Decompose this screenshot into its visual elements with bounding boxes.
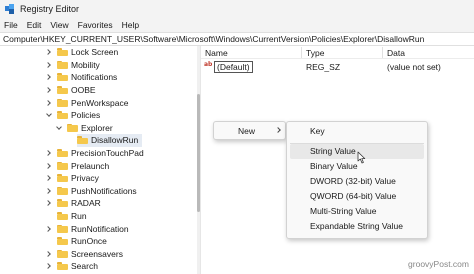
tree-item-oobe[interactable]: OOBE: [45, 84, 96, 97]
submenu-item-expandable-string-value[interactable]: Expandable String Value: [290, 219, 424, 234]
submenu-item-multi-string-value[interactable]: Multi-String Value: [290, 204, 424, 219]
folder-icon: [57, 73, 68, 82]
menu-view[interactable]: View: [50, 20, 68, 30]
chevron-right-icon[interactable]: [45, 250, 53, 258]
list-header: Name Type Data: [201, 46, 474, 59]
folder-icon: [57, 212, 68, 221]
column-divider[interactable]: [382, 47, 383, 58]
menu-favorites[interactable]: Favorites: [78, 20, 113, 30]
chevron-right-icon[interactable]: [45, 99, 53, 107]
menu-bar: File Edit View Favorites Help: [0, 17, 474, 32]
registry-tree: Lock Screen Mobility Notifications OOBE …: [0, 46, 196, 274]
tree-item-notifications[interactable]: Notifications: [45, 71, 117, 84]
menu-file[interactable]: File: [4, 20, 18, 30]
tree-item-prelaunch[interactable]: Prelaunch: [45, 159, 109, 172]
submenu-item-qword-value[interactable]: QWORD (64-bit) Value: [290, 189, 424, 204]
chevron-right-icon[interactable]: [45, 199, 53, 207]
registry-editor-icon: [5, 3, 15, 14]
chevron-right-icon[interactable]: [45, 262, 53, 270]
tree-item-precisiontouchpad[interactable]: PrecisionTouchPad: [45, 147, 144, 160]
folder-icon: [57, 262, 68, 271]
folder-icon: [57, 174, 68, 183]
value-name-cell: (Default): [204, 61, 253, 73]
folder-icon: [67, 123, 78, 132]
folder-icon: [57, 249, 68, 258]
watermark: groovyPost.com: [408, 259, 469, 269]
folder-icon: [57, 237, 68, 246]
column-header-type[interactable]: Type: [306, 48, 324, 58]
chevron-down-icon[interactable]: [55, 124, 63, 132]
context-menu: New: [213, 121, 286, 140]
menu-help[interactable]: Help: [122, 20, 139, 30]
chevron-down-icon[interactable]: [45, 111, 53, 119]
string-value-icon: [204, 61, 213, 71]
folder-icon: [57, 60, 68, 69]
context-menu-new[interactable]: New: [216, 124, 283, 138]
tree-item-explorer[interactable]: Explorer: [55, 122, 113, 135]
window-title: Registry Editor: [20, 3, 80, 14]
chevron-right-icon[interactable]: [45, 149, 53, 157]
tree-item-radar[interactable]: RADAR: [45, 197, 101, 210]
chevron-right-icon[interactable]: [45, 187, 53, 195]
folder-icon: [57, 199, 68, 208]
folder-icon: [57, 48, 68, 57]
tree-item-pushnotifications[interactable]: PushNotifications: [45, 185, 137, 198]
tree-item-lock-screen[interactable]: Lock Screen: [45, 46, 118, 59]
chevron-right-icon[interactable]: [45, 162, 53, 170]
chevron-right-icon: [275, 127, 281, 133]
chevron-right-icon[interactable]: [45, 61, 53, 69]
value-name: (Default): [214, 61, 253, 73]
tree-item-privacy[interactable]: Privacy: [45, 172, 99, 185]
tree-item-screensavers[interactable]: Screensavers: [45, 248, 123, 261]
submenu-item-dword-value[interactable]: DWORD (32-bit) Value: [290, 174, 424, 189]
folder-icon: [57, 149, 68, 158]
chevron-right-icon[interactable]: [45, 86, 53, 94]
tree-item-disallowrun[interactable]: DisallowRun: [77, 134, 143, 147]
tree-item-runonce[interactable]: RunOnce: [57, 235, 107, 248]
value-type: REG_SZ: [306, 62, 341, 72]
folder-icon: [57, 86, 68, 95]
chevron-right-icon[interactable]: [45, 73, 53, 81]
mouse-cursor-icon: [357, 151, 366, 164]
tree-item-runnotification[interactable]: RunNotification: [45, 222, 129, 235]
submenu-item-key[interactable]: Key: [290, 124, 424, 139]
folder-icon: [77, 136, 88, 145]
folder-icon: [57, 224, 68, 233]
column-header-name[interactable]: Name: [205, 48, 228, 58]
chevron-right-icon[interactable]: [45, 225, 53, 233]
tree-item-run[interactable]: Run: [57, 210, 87, 223]
chevron-right-icon[interactable]: [45, 174, 53, 182]
title-bar: Registry Editor: [0, 0, 474, 17]
folder-icon: [57, 161, 68, 170]
folder-icon: [57, 111, 68, 120]
column-divider[interactable]: [301, 47, 302, 58]
list-row[interactable]: (Default) REG_SZ (value not set): [201, 61, 474, 73]
tree-item-search[interactable]: Search: [45, 260, 98, 273]
column-header-data[interactable]: Data: [387, 48, 405, 58]
menu-edit[interactable]: Edit: [27, 20, 42, 30]
chevron-right-icon[interactable]: [45, 48, 53, 56]
tree-item-penworkspace[interactable]: PenWorkspace: [45, 96, 128, 109]
new-submenu: Key String Value Binary Value DWORD (32-…: [286, 121, 428, 239]
tree-item-policies[interactable]: Policies: [45, 109, 100, 122]
folder-icon: [57, 186, 68, 195]
folder-icon: [57, 98, 68, 107]
tree-item-mobility[interactable]: Mobility: [45, 59, 100, 72]
address-bar[interactable]: Computer\HKEY_CURRENT_USER\Software\Micr…: [0, 32, 474, 46]
value-data: (value not set): [387, 62, 441, 72]
